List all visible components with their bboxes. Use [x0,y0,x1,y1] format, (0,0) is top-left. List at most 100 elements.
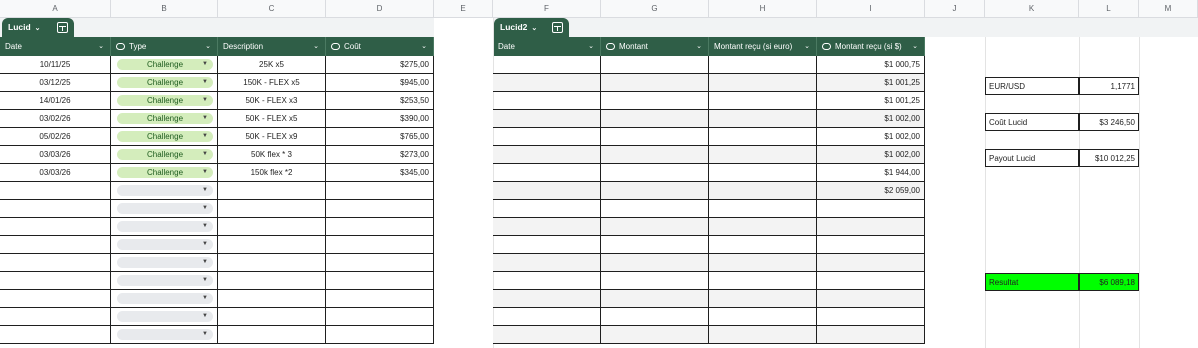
col-header-c[interactable]: C [218,0,326,18]
col-header-b[interactable]: B [111,0,218,18]
date-cell[interactable] [0,290,111,308]
montant-usd-cell[interactable] [817,326,925,344]
col-header-a[interactable]: A [0,0,111,18]
montant-euro-cell[interactable] [709,146,817,164]
col-header-l[interactable]: L [1079,0,1139,18]
type-cell[interactable]: Challenge ▼ [111,92,218,110]
description-cell[interactable]: 50K - FLEX x5 [218,110,326,128]
type-cell[interactable]: Challenge ▼ [111,164,218,182]
date-cell[interactable] [493,146,601,164]
date-cell[interactable]: 03/03/26 [0,146,111,164]
type-cell[interactable]: ▼ [111,308,218,326]
date-cell[interactable] [493,74,601,92]
dropdown-arrow-icon[interactable]: ▼ [202,113,208,124]
chevron-down-icon[interactable]: ⌄ [421,37,427,56]
payout-lucid-label[interactable]: Payout Lucid [985,149,1079,167]
dropdown-arrow-icon[interactable]: ▼ [202,275,208,286]
description-cell[interactable]: 150k flex *2 [218,164,326,182]
table2-header-montant-usd[interactable]: Montant reçu (si $) ⌄ [817,37,925,56]
montant-usd-cell[interactable]: $1 001,25 [817,74,925,92]
cost-cell[interactable] [326,290,434,308]
montant-usd-cell[interactable] [817,218,925,236]
description-cell[interactable]: 25K x5 [218,56,326,74]
table1-header-description[interactable]: Description ⌄ [218,37,326,56]
type-chip[interactable]: ▼ [117,329,213,340]
cost-cell[interactable] [326,254,434,272]
cost-cell[interactable]: $390,00 [326,110,434,128]
description-cell[interactable] [218,308,326,326]
montant-cell[interactable] [601,272,709,290]
col-header-k[interactable]: K [985,0,1079,18]
description-cell[interactable] [218,326,326,344]
montant-euro-cell[interactable] [709,128,817,146]
description-cell[interactable]: 150K - FLEX x5 [218,74,326,92]
chevron-down-icon[interactable]: ⌄ [98,37,104,56]
montant-cell[interactable] [601,164,709,182]
cost-cell[interactable]: $253,50 [326,92,434,110]
type-chip[interactable]: ▼ [117,275,213,286]
cost-cell[interactable] [326,182,434,200]
description-cell[interactable]: 50K - FLEX x3 [218,92,326,110]
type-chip[interactable]: ▼ [117,203,213,214]
montant-euro-cell[interactable] [709,290,817,308]
chevron-down-icon[interactable]: ⌄ [313,37,319,56]
type-cell[interactable]: ▼ [111,182,218,200]
col-header-d[interactable]: D [326,0,434,18]
montant-euro-cell[interactable] [709,164,817,182]
montant-cell[interactable] [601,92,709,110]
montant-usd-cell[interactable] [817,236,925,254]
resultat-label[interactable]: Resultat [985,273,1079,291]
montant-usd-cell[interactable] [817,200,925,218]
date-cell[interactable] [0,254,111,272]
date-cell[interactable] [0,326,111,344]
montant-euro-cell[interactable] [709,218,817,236]
montant-euro-cell[interactable] [709,92,817,110]
date-cell[interactable] [493,200,601,218]
type-cell[interactable]: ▼ [111,290,218,308]
montant-usd-cell[interactable]: $1 002,00 [817,128,925,146]
cost-cell[interactable] [326,236,434,254]
payout-lucid-value[interactable]: $10 012,25 [1079,149,1139,167]
date-cell[interactable]: 05/02/26 [0,128,111,146]
table1-header-type[interactable]: Type ⌄ [111,37,218,56]
dropdown-arrow-icon[interactable]: ▼ [202,293,208,304]
date-cell[interactable] [493,218,601,236]
montant-cell[interactable] [601,308,709,326]
table2-header-montant-euro[interactable]: Montant reçu (si euro) ⌄ [709,37,817,56]
date-cell[interactable] [0,182,111,200]
date-cell[interactable]: 03/02/26 [0,110,111,128]
date-cell[interactable]: 10/11/25 [0,56,111,74]
col-header-g[interactable]: G [601,0,709,18]
montant-cell[interactable] [601,128,709,146]
date-cell[interactable] [0,218,111,236]
type-chip[interactable]: Challenge ▼ [117,167,213,178]
type-cell[interactable]: Challenge ▼ [111,146,218,164]
type-chip[interactable]: Challenge ▼ [117,59,213,70]
dropdown-arrow-icon[interactable]: ▼ [202,239,208,250]
date-cell[interactable] [493,56,601,74]
dropdown-arrow-icon[interactable]: ▼ [202,329,208,340]
table-view-icon[interactable] [57,22,68,33]
type-chip[interactable]: ▼ [117,185,213,196]
date-cell[interactable] [0,308,111,326]
type-chip[interactable]: Challenge ▼ [117,113,213,124]
type-chip[interactable]: Challenge ▼ [117,95,213,106]
date-cell[interactable]: 14/01/26 [0,92,111,110]
montant-euro-cell[interactable] [709,182,817,200]
montant-cell[interactable] [601,110,709,128]
montant-cell[interactable] [601,200,709,218]
cost-cell[interactable] [326,272,434,290]
cout-lucid-label[interactable]: Coût Lucid [985,113,1079,131]
type-cell[interactable]: ▼ [111,326,218,344]
type-cell[interactable]: Challenge ▼ [111,74,218,92]
dropdown-arrow-icon[interactable]: ▼ [202,203,208,214]
montant-cell[interactable] [601,56,709,74]
cost-cell[interactable] [326,308,434,326]
type-chip[interactable]: Challenge ▼ [117,77,213,88]
description-cell[interactable]: 50K - FLEX x9 [218,128,326,146]
montant-cell[interactable] [601,254,709,272]
montant-usd-cell[interactable]: $2 059,00 [817,182,925,200]
description-cell[interactable] [218,254,326,272]
description-cell[interactable] [218,218,326,236]
type-cell[interactable]: Challenge ▼ [111,56,218,74]
